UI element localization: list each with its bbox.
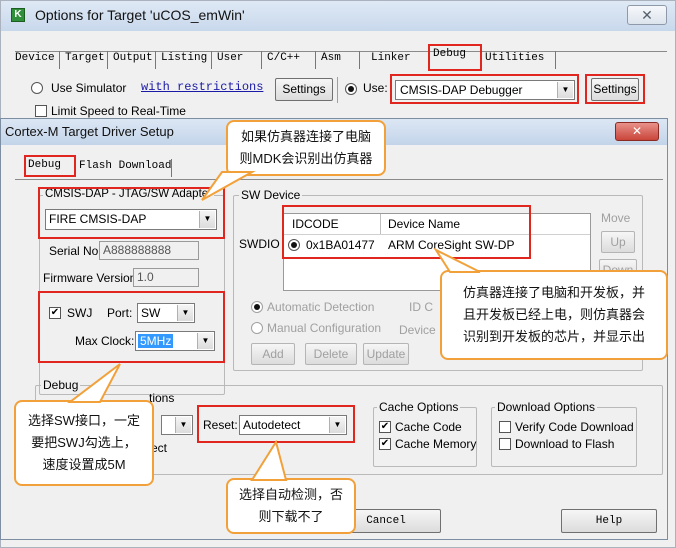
callout-pointer xyxy=(201,171,256,201)
tab-utilities[interactable]: Utilities xyxy=(485,52,544,64)
use-label: Use: xyxy=(363,81,388,95)
dialog-title: Cortex-M Target Driver Setup xyxy=(5,124,174,139)
delete-button[interactable]: Delete xyxy=(305,343,357,365)
add-button[interactable]: Add xyxy=(251,343,295,365)
firmware-field: 1.0 xyxy=(133,268,199,287)
debug-tab-highlight xyxy=(428,44,482,71)
dialog-tab-flash-download[interactable]: Flash Download xyxy=(79,160,171,172)
options-close-button[interactable]: ✕ xyxy=(627,5,667,25)
callout-pointer xyxy=(67,363,121,403)
reset-highlight xyxy=(197,405,355,443)
tab-separator xyxy=(315,51,316,69)
dialog-debug-tab-highlight xyxy=(24,155,76,177)
with-restrictions-link[interactable]: with restrictions xyxy=(141,80,263,94)
update-button[interactable]: Update xyxy=(363,343,409,365)
callout-reset-autodetect: 选择自动检测，否 则下载不了 xyxy=(226,478,356,534)
cache-code-checkbox[interactable]: ✔ xyxy=(379,421,391,433)
callout-debugger-detected: 如果仿真器连接了电脑 则MDK会识别出仿真器 xyxy=(226,120,386,176)
tab-device[interactable]: Device xyxy=(15,52,55,64)
sw-device-highlight xyxy=(282,205,531,259)
verify-download-checkbox[interactable] xyxy=(499,421,511,433)
callout-swj-settings: 选择SW接口，一定 要把SWJ勾选上， 速度设置成5M xyxy=(14,400,154,486)
divider xyxy=(337,77,338,103)
manual-config-label: Manual Configuration xyxy=(267,321,382,335)
use-simulator-radio[interactable] xyxy=(31,82,43,94)
dialog-close-button[interactable]: ✕ xyxy=(615,122,659,141)
keil-app-icon: K xyxy=(11,8,25,22)
device-label: Device xyxy=(399,323,436,337)
tab-separator xyxy=(59,51,60,69)
limit-speed-checkbox[interactable] xyxy=(35,105,47,117)
cache-memory-label: Cache Memory xyxy=(395,437,477,451)
tab-separator xyxy=(107,51,108,69)
tab-asm[interactable]: Asm xyxy=(321,52,341,64)
cache-code-label: Cache Code xyxy=(395,420,462,434)
download-flash-checkbox[interactable] xyxy=(499,438,511,450)
auto-detect-radio[interactable] xyxy=(251,301,263,313)
tab-separator xyxy=(261,51,262,69)
debugger-select-highlight xyxy=(390,74,579,104)
tab-separator xyxy=(555,51,556,69)
firmware-label: Firmware Version: xyxy=(43,271,140,285)
tab-separator xyxy=(359,51,360,69)
callout-chip-detected: 仿真器连接了电脑和开发板，并 且开发板已经上电，则仿真器会 识别到开发板的芯片，… xyxy=(440,270,668,360)
options-titlebar: K Options for Target 'uCOS_emWin' ✕ xyxy=(1,1,675,31)
tab-separator xyxy=(171,159,172,177)
dialog-tab-line xyxy=(15,179,663,180)
use-simulator-label: Use Simulator xyxy=(51,81,127,95)
download-options-label: Download Options xyxy=(495,400,598,414)
tab-linker[interactable]: Linker xyxy=(371,52,411,64)
swj-highlight xyxy=(38,291,225,363)
callout-pointer xyxy=(433,248,481,273)
cache-options-label: Cache Options xyxy=(377,400,461,414)
callout-pointer xyxy=(250,440,288,481)
help-button[interactable]: Help xyxy=(561,509,657,533)
tab-listing[interactable]: Listing xyxy=(161,52,207,64)
id-code-label: ID C xyxy=(409,300,433,314)
serial-label: Serial No: xyxy=(49,244,102,258)
limit-speed-label: Limit Speed to Real-Time xyxy=(51,104,186,118)
move-up-button[interactable]: Up xyxy=(601,231,635,253)
options-window-title: Options for Target 'uCOS_emWin' xyxy=(35,7,245,23)
tab-target[interactable]: Target xyxy=(65,52,105,64)
move-label: Move xyxy=(601,211,631,225)
tab-output[interactable]: Output xyxy=(113,52,153,64)
tab-separator xyxy=(155,51,156,69)
debugger-settings-highlight xyxy=(585,74,645,104)
tab-user[interactable]: User xyxy=(217,52,243,64)
manual-config-radio[interactable] xyxy=(251,322,263,334)
use-debugger-radio[interactable] xyxy=(345,83,357,95)
chevron-down-icon xyxy=(175,417,191,433)
serial-field: A888888888 xyxy=(99,241,199,260)
tab-separator xyxy=(211,51,212,69)
simulator-settings-button[interactable]: Settings xyxy=(275,78,333,101)
verify-download-label: Verify Code Download xyxy=(515,420,634,434)
cache-memory-checkbox[interactable]: ✔ xyxy=(379,438,391,450)
swdio-label: SWDIO xyxy=(239,237,280,251)
adapter-highlight xyxy=(38,187,225,239)
auto-detect-label: Automatic Detection xyxy=(267,300,375,314)
download-flash-label: Download to Flash xyxy=(515,437,615,451)
tab-c-cpp[interactable]: C/C++ xyxy=(267,52,300,64)
connect-select[interactable] xyxy=(161,415,193,435)
